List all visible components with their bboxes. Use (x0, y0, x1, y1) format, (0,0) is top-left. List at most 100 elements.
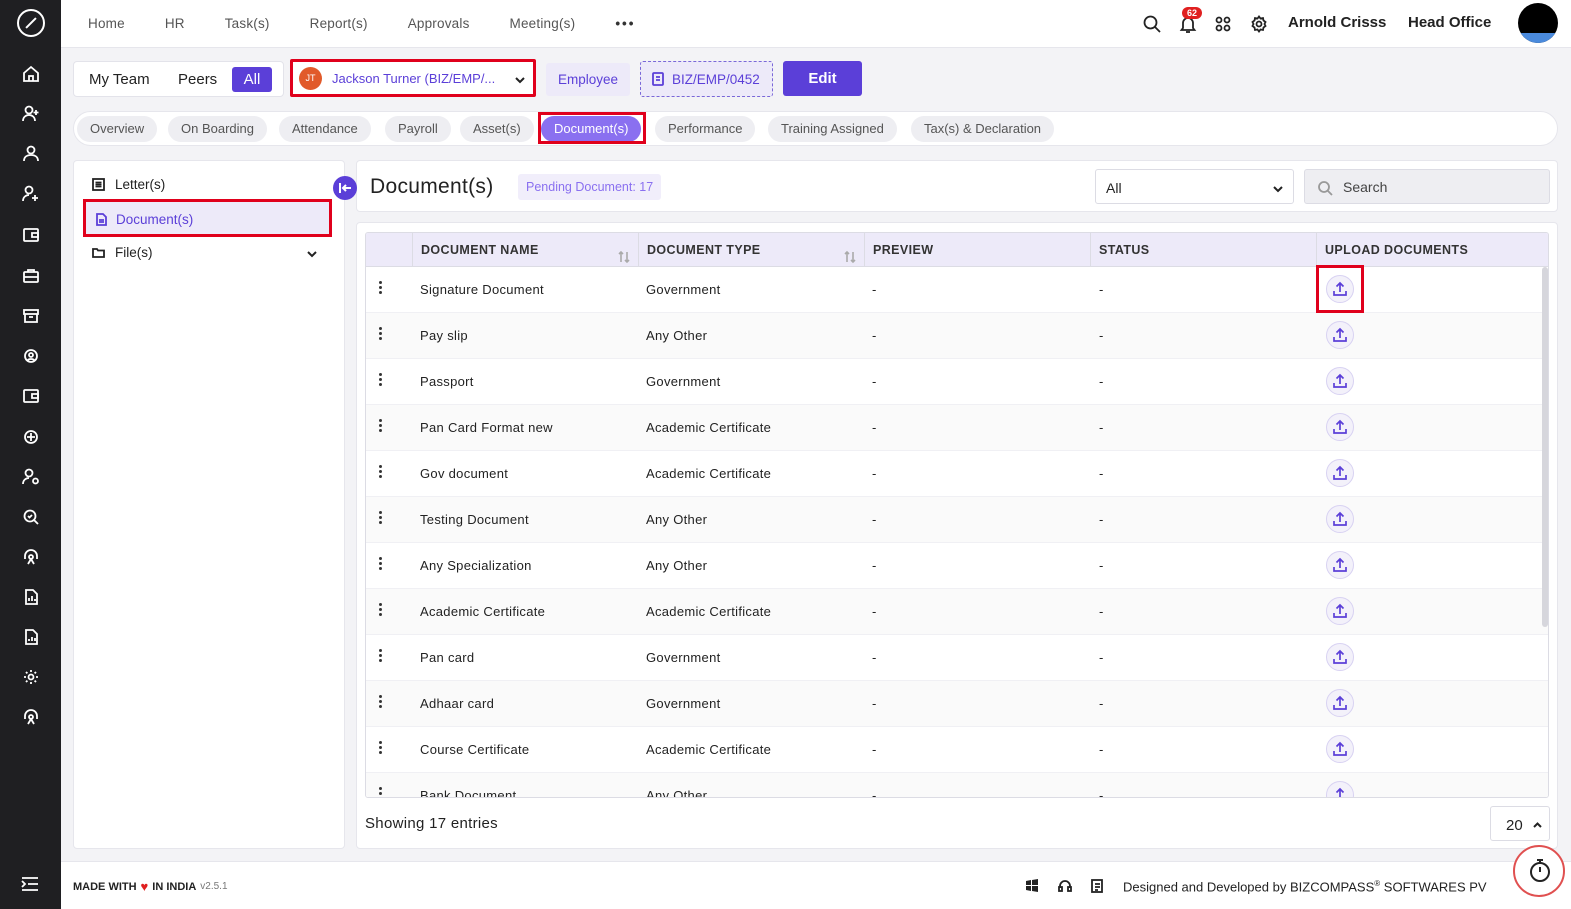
user-plus-icon[interactable] (21, 184, 41, 204)
side-item-files[interactable]: File(s) (92, 245, 153, 260)
search-input[interactable] (1343, 176, 1543, 198)
row-menu-icon[interactable] (378, 511, 384, 527)
nav-approvals[interactable]: Approvals (408, 16, 470, 31)
briefcase-icon[interactable] (21, 266, 41, 286)
headset-icon[interactable] (21, 547, 41, 567)
nav-more[interactable]: ••• (615, 16, 635, 31)
document-filter-select[interactable]: All (1095, 169, 1294, 204)
table-scrollbar[interactable] (1542, 267, 1548, 627)
document-type-column-header[interactable]: DOCUMENT TYPE (638, 233, 864, 267)
row-menu-icon[interactable] (378, 787, 384, 797)
wallet-icon[interactable] (21, 225, 41, 245)
tab-assets[interactable]: Asset(s) (460, 116, 534, 142)
document-type-cell: Academic Certificate (646, 742, 772, 757)
active-tab-highlight (538, 112, 646, 144)
employee-code-chip[interactable]: BIZ/EMP/0452 (640, 61, 773, 97)
card-icon[interactable] (21, 386, 41, 406)
user-icon[interactable] (21, 144, 41, 164)
tab-performance[interactable]: Performance (655, 116, 756, 142)
upload-icon[interactable] (1326, 643, 1354, 671)
edit-button[interactable]: Edit (783, 61, 862, 96)
upload-icon[interactable] (1326, 459, 1354, 487)
timer-button[interactable] (1513, 845, 1565, 897)
headset-icon[interactable] (1057, 878, 1073, 894)
upload-icon[interactable] (1326, 367, 1354, 395)
row-menu-icon[interactable] (378, 695, 384, 711)
upload-highlight (1316, 265, 1364, 313)
document-name-cell: Pan card (420, 650, 475, 665)
nav-hr[interactable]: HR (165, 16, 185, 31)
search-icon[interactable] (1142, 14, 1162, 34)
documents-table: DOCUMENT NAME DOCUMENT TYPE PREVIEW STAT… (365, 232, 1549, 798)
side-item-documents[interactable]: Document(s) (83, 199, 332, 237)
support-icon[interactable] (21, 427, 41, 447)
apps-grid-icon[interactable] (1213, 14, 1233, 34)
company-name[interactable]: BIZCOMPASS (1290, 879, 1374, 894)
report-icon[interactable] (21, 587, 41, 607)
upload-icon[interactable] (1326, 321, 1354, 349)
search-check-icon[interactable] (21, 507, 41, 527)
settings-user-icon[interactable] (21, 346, 41, 366)
sort-icon[interactable] (618, 243, 630, 264)
list-icon (92, 178, 105, 191)
helpdesk-icon[interactable] (21, 707, 41, 727)
upload-icon[interactable] (1326, 735, 1354, 763)
row-menu-icon[interactable] (378, 741, 384, 757)
tab-tax-declaration[interactable]: Tax(s) & Declaration (911, 116, 1055, 142)
archive-icon[interactable] (21, 306, 41, 326)
home-icon[interactable] (21, 64, 41, 84)
expand-menu-icon[interactable] (19, 874, 41, 894)
all-option[interactable]: All (232, 67, 272, 92)
settings-icon[interactable] (1249, 14, 1269, 34)
row-menu-icon[interactable] (378, 327, 384, 343)
row-menu-icon[interactable] (378, 281, 384, 297)
tab-payroll[interactable]: Payroll (385, 116, 451, 142)
upload-icon[interactable] (1326, 781, 1354, 797)
document-type-cell: Academic Certificate (646, 420, 772, 435)
document-chart-icon[interactable] (21, 627, 41, 647)
compass-logo-icon[interactable] (17, 9, 45, 37)
tab-on-boarding[interactable]: On Boarding (168, 116, 267, 142)
document-name-cell: Academic Certificate (420, 604, 546, 619)
nav-reports[interactable]: Report(s) (310, 16, 368, 31)
office-name[interactable]: Head Office (1408, 14, 1491, 31)
checklist-icon[interactable] (1090, 878, 1106, 894)
document-name-cell: Pay slip (420, 328, 468, 343)
my-team-option[interactable]: My Team (89, 71, 150, 88)
employee-select[interactable]: JT Jackson Turner (BIZ/EMP/... (290, 59, 536, 97)
avatar[interactable] (1518, 3, 1558, 43)
upload-icon[interactable] (1326, 689, 1354, 717)
peers-option[interactable]: Peers (178, 71, 217, 88)
collapse-panel-button[interactable] (333, 176, 357, 200)
user-name[interactable]: Arnold Crisss (1288, 14, 1386, 31)
windows-icon[interactable] (1024, 878, 1040, 894)
row-menu-icon[interactable] (378, 419, 384, 435)
documents-header: Document(s) Pending Document: 17 All (356, 160, 1558, 212)
document-name-cell: Course Certificate (420, 742, 530, 757)
nav-home[interactable]: Home (88, 16, 125, 31)
chevron-down-icon[interactable] (306, 247, 318, 259)
row-menu-icon[interactable] (378, 557, 384, 573)
upload-documents-column-header: UPLOAD DOCUMENTS (1316, 233, 1548, 267)
tab-attendance[interactable]: Attendance (279, 116, 371, 142)
add-user-icon[interactable] (21, 104, 41, 124)
document-name-column-header[interactable]: DOCUMENT NAME (412, 233, 638, 267)
upload-icon[interactable] (1326, 551, 1354, 579)
upload-icon[interactable] (1326, 413, 1354, 441)
tab-overview[interactable]: Overview (77, 116, 158, 142)
tab-training-assigned[interactable]: Training Assigned (768, 116, 897, 142)
row-menu-icon[interactable] (378, 649, 384, 665)
gear-icon[interactable] (21, 667, 41, 687)
page-size-select[interactable]: 20 (1490, 806, 1550, 841)
nav-meetings[interactable]: Meeting(s) (510, 16, 576, 31)
row-menu-icon[interactable] (378, 373, 384, 389)
upload-icon[interactable] (1326, 597, 1354, 625)
upload-icon[interactable] (1326, 505, 1354, 533)
row-menu-icon[interactable] (378, 465, 384, 481)
row-menu-icon[interactable] (378, 603, 384, 619)
search-icon (1317, 180, 1333, 196)
side-item-letters[interactable]: Letter(s) (92, 177, 165, 192)
nav-tasks[interactable]: Task(s) (225, 16, 270, 31)
user-gear-icon[interactable] (21, 467, 41, 487)
sort-icon[interactable] (844, 243, 856, 264)
